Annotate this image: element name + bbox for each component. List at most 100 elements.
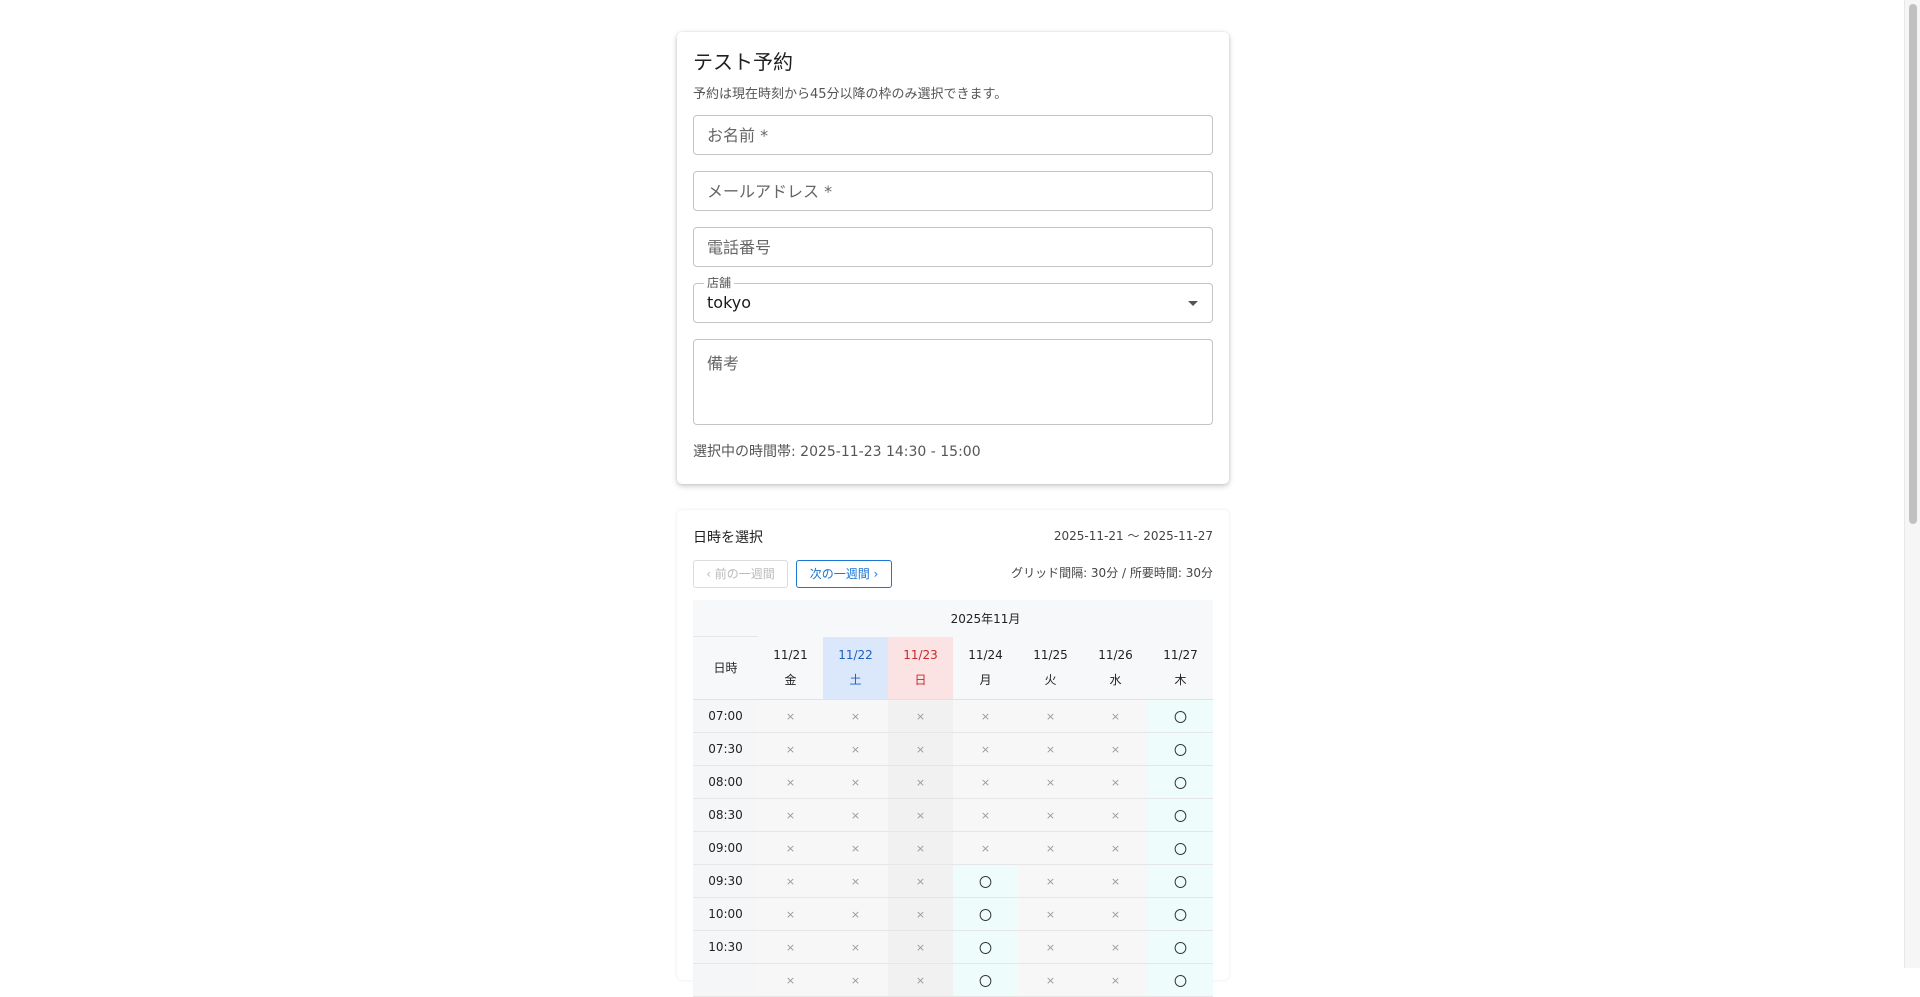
- unavailable-slot: ×: [1083, 930, 1148, 964]
- unavailable-slot: ×: [1018, 765, 1083, 799]
- unavailable-slot: ×: [888, 699, 953, 733]
- time-label: 09:00: [693, 831, 758, 865]
- unavailable-slot: ×: [823, 864, 888, 898]
- time-row: 09:00 × × × × × × 〇: [693, 831, 1214, 865]
- next-week-button[interactable]: 次の一週間 ›: [796, 560, 892, 588]
- unavailable-slot: ×: [823, 732, 888, 766]
- available-slot[interactable]: 〇: [953, 897, 1018, 931]
- calendar-corner: [693, 600, 758, 637]
- available-slot[interactable]: 〇: [1148, 897, 1214, 931]
- available-slot[interactable]: 〇: [1148, 831, 1214, 865]
- unavailable-slot: ×: [758, 864, 823, 898]
- unavailable-slot: ×: [758, 732, 823, 766]
- unavailable-slot: ×: [1083, 732, 1148, 766]
- day-header: 11/24 月: [953, 636, 1018, 700]
- unavailable-slot: ×: [1083, 699, 1148, 733]
- available-slot[interactable]: 〇: [1148, 699, 1214, 733]
- unavailable-slot: ×: [1083, 897, 1148, 931]
- availability-calendar: 2025年11月 日時 11/21 金 11/22 土 11/23 日 11/24 月 11/2…: [693, 600, 1214, 997]
- unavailable-slot: ×: [1018, 831, 1083, 865]
- unavailable-slot: ×: [758, 798, 823, 832]
- day-date: 11/25: [1033, 647, 1068, 662]
- unavailable-slot: ×: [823, 798, 888, 832]
- time-label: 10:30: [693, 930, 758, 964]
- name-input[interactable]: [694, 116, 1212, 154]
- unavailable-slot: ×: [1018, 897, 1083, 931]
- available-slot[interactable]: 〇: [1148, 930, 1214, 964]
- day-header: 11/22 土: [823, 636, 888, 700]
- day-header: 11/27 木: [1148, 636, 1214, 700]
- unavailable-slot: ×: [823, 897, 888, 931]
- time-label: 08:00: [693, 765, 758, 799]
- time-label: 10:00: [693, 897, 758, 931]
- unavailable-slot: ×: [758, 963, 823, 997]
- unavailable-slot: ×: [758, 699, 823, 733]
- day-weekday: 水: [1109, 672, 1122, 687]
- unavailable-slot: ×: [888, 732, 953, 766]
- day-date: 11/27: [1163, 647, 1198, 662]
- scrollbar-thumb[interactable]: [1909, 4, 1917, 524]
- time-label: [693, 963, 758, 997]
- available-slot[interactable]: 〇: [1148, 798, 1214, 832]
- unavailable-slot: ×: [1083, 831, 1148, 865]
- remarks-field[interactable]: [693, 339, 1213, 425]
- time-row: 08:30 × × × × × × 〇: [693, 798, 1214, 832]
- previous-week-button[interactable]: ‹ 前の一週間: [693, 560, 788, 588]
- day-date: 11/23: [903, 647, 938, 662]
- datetime-picker-title: 日時を選択: [693, 530, 763, 546]
- unavailable-slot: ×: [1018, 732, 1083, 766]
- selected-slot-text: 選択中の時間帯: 2025-11-23 14:30 - 15:00: [693, 444, 981, 460]
- unavailable-slot: ×: [758, 930, 823, 964]
- unavailable-slot: ×: [1018, 930, 1083, 964]
- available-slot[interactable]: 〇: [953, 963, 1018, 997]
- time-row: 09:30 × × × 〇 × × 〇: [693, 864, 1214, 898]
- phone-input[interactable]: [694, 228, 1212, 266]
- available-slot[interactable]: 〇: [953, 864, 1018, 898]
- day-header: 11/25 火: [1018, 636, 1083, 700]
- unavailable-slot: ×: [953, 765, 1018, 799]
- datetime-column-label: 日時: [693, 636, 758, 700]
- day-weekday: 月: [979, 672, 992, 687]
- unavailable-slot: ×: [888, 930, 953, 964]
- unavailable-slot: ×: [953, 699, 1018, 733]
- available-slot[interactable]: 〇: [1148, 732, 1214, 766]
- unavailable-slot: ×: [888, 963, 953, 997]
- unavailable-slot: ×: [823, 765, 888, 799]
- unavailable-slot: ×: [1018, 864, 1083, 898]
- datetime-picker-panel: 日時を選択 2025-11-21 〜 2025-11-27 ‹ 前の一週間 次の…: [677, 510, 1229, 997]
- remarks-textarea[interactable]: [694, 340, 1212, 424]
- time-row: × × × 〇 × × 〇: [693, 963, 1214, 997]
- available-slot[interactable]: 〇: [953, 930, 1018, 964]
- time-label: 09:30: [693, 864, 758, 898]
- day-weekday: 土: [849, 672, 862, 687]
- store-select[interactable]: 店舗 tokyo: [693, 275, 1213, 323]
- time-row: 07:30 × × × × × × 〇: [693, 732, 1214, 766]
- unavailable-slot: ×: [823, 930, 888, 964]
- unavailable-slot: ×: [953, 732, 1018, 766]
- name-field[interactable]: [693, 115, 1213, 155]
- day-date: 11/26: [1098, 647, 1133, 662]
- unavailable-slot: ×: [758, 897, 823, 931]
- unavailable-slot: ×: [1083, 864, 1148, 898]
- email-input[interactable]: [694, 172, 1212, 210]
- page-scrollbar[interactable]: [1904, 0, 1920, 968]
- phone-field[interactable]: [693, 227, 1213, 267]
- unavailable-slot: ×: [1083, 798, 1148, 832]
- reservation-form-card: テスト予約 予約は現在時刻から45分以降の枠のみ選択できます。 店舗 tokyo…: [677, 32, 1229, 484]
- unavailable-slot: ×: [953, 798, 1018, 832]
- store-label: 店舗: [704, 275, 735, 291]
- booking-note: 予約は現在時刻から45分以降の枠のみ選択できます。: [693, 87, 1008, 102]
- available-slot[interactable]: 〇: [1148, 864, 1214, 898]
- unavailable-slot: ×: [888, 864, 953, 898]
- available-slot[interactable]: 〇: [1148, 963, 1214, 997]
- unavailable-slot: ×: [1018, 798, 1083, 832]
- available-slot[interactable]: 〇: [1148, 765, 1214, 799]
- day-weekday: 火: [1044, 672, 1057, 687]
- day-date: 11/24: [968, 647, 1003, 662]
- email-field[interactable]: [693, 171, 1213, 211]
- day-header: 11/26 水: [1083, 636, 1148, 700]
- unavailable-slot: ×: [1018, 963, 1083, 997]
- unavailable-slot: ×: [758, 831, 823, 865]
- unavailable-slot: ×: [888, 798, 953, 832]
- day-weekday: 日: [914, 672, 927, 687]
